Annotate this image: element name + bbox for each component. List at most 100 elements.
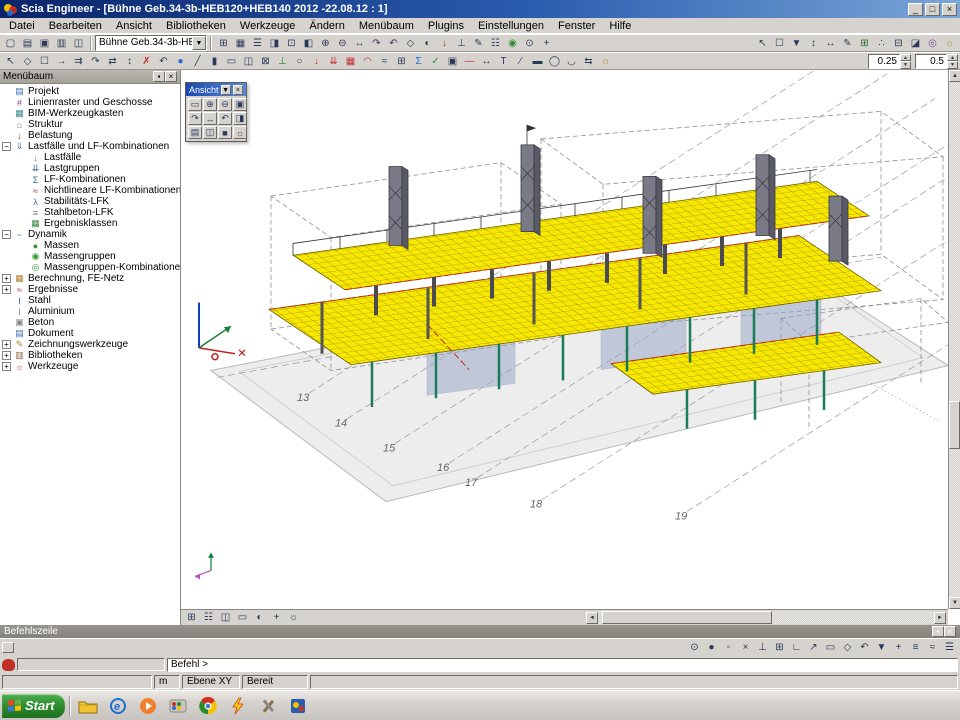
calculate-icon[interactable]: Σ [410,54,427,69]
chevron-down-icon[interactable]: ▼ [221,85,231,95]
tree-expander-icon[interactable]: + [2,274,11,283]
select-poly-icon[interactable]: ◇ [839,640,856,655]
tree-expander-icon[interactable]: + [2,340,11,349]
select-rect-icon[interactable]: ▭ [822,640,839,655]
tree-item[interactable]: − ⇓ Lastfälle und LF-Kombinationen [2,141,180,152]
wall-icon[interactable]: ◫ [240,54,257,69]
menu-item[interactable]: Plugins [421,19,471,33]
vertical-scroll-thumb[interactable] [949,401,960,449]
previous-view-icon[interactable]: ↶ [385,36,402,51]
print-view-icon[interactable]: ▤ [188,126,202,139]
tree-item[interactable]: I Stahl [2,295,180,306]
tree-expander-icon[interactable]: − [2,230,11,239]
tree-item[interactable]: ◉ Massengruppen [18,251,180,262]
snap-intersection-icon[interactable]: × [737,640,754,655]
arc-icon[interactable]: ◡ [563,54,580,69]
command-history-icon[interactable]: ☰ [941,640,958,655]
select-poly-icon[interactable]: ◇ [19,54,36,69]
spin-field-value[interactable]: 0.25 [868,54,900,69]
zoom-out-icon[interactable]: ⊖ [334,36,351,51]
moment-load-icon[interactable]: ◠ [359,54,376,69]
concrete-check-icon[interactable]: ▣ [444,54,461,69]
results-table-icon[interactable]: ▦ [232,36,249,51]
folder-icon[interactable] [75,694,101,718]
menu-item[interactable]: Menübaum [352,19,421,33]
opening-icon[interactable]: ⊠ [257,54,274,69]
grid-icon[interactable]: ⊞ [856,36,873,51]
tree-item[interactable]: ≡ Stahlbeton-LFK [18,207,180,218]
node-icon[interactable]: ● [172,54,189,69]
layers-icon[interactable]: ☷ [487,36,504,51]
tree-item[interactable]: ▦ BIM-Werkzeugkasten [2,108,180,119]
chrome-icon[interactable] [195,694,221,718]
zoom-out-icon[interactable]: ⊖ [218,98,232,111]
media-player-icon[interactable] [135,694,161,718]
close-icon[interactable]: × [944,626,956,637]
temperature-load-icon[interactable]: ≈ [376,54,393,69]
tree-item[interactable]: ▣ Beton [2,317,180,328]
pin-icon[interactable]: ▪ [932,626,944,637]
zoom-selection-icon[interactable]: ◨ [233,112,247,125]
close-icon[interactable]: × [233,85,243,95]
line-icon[interactable]: ∕ [512,54,529,69]
dimension-icon[interactable]: ↔ [822,36,839,51]
rotate-icon[interactable]: ↷ [87,54,104,69]
print-preview-icon[interactable]: ◫ [70,36,87,51]
tree-item[interactable]: − ~ Dynamik [2,229,180,240]
layers-toggle-icon[interactable]: ☷ [200,610,217,625]
cursor-coords-icon[interactable]: + [890,640,907,655]
zoom-window-icon[interactable]: ◧ [300,36,317,51]
text-icon[interactable]: T [495,54,512,69]
copy-icon[interactable]: ⇉ [70,54,87,69]
tree-item[interactable]: + ▦ Berechnung, FE-Netz [2,273,180,284]
command-options-button[interactable] [2,642,14,653]
zoom-all-icon[interactable]: ⊡ [283,36,300,51]
surface-load-icon[interactable]: ▦ [342,54,359,69]
snap-endpoint-icon[interactable]: ● [703,640,720,655]
tree-expander-icon[interactable]: − [2,142,11,151]
tree-expander-icon[interactable]: + [2,362,11,371]
spin-down-icon[interactable]: ▼ [900,61,911,69]
scroll-up-icon[interactable]: ▲ [949,70,960,82]
tree-item[interactable]: + ☼ Werkzeuge [2,361,180,372]
connect-icon[interactable]: ⇆ [580,54,597,69]
show-labels-icon[interactable]: ✎ [470,36,487,51]
maximize-button[interactable]: □ [925,3,940,16]
spin-up-icon[interactable]: ▲ [900,54,911,62]
view-settings-icon[interactable]: ☼ [233,126,247,139]
menu-item[interactable]: Bibliotheken [159,19,233,33]
snap-perpendicular-icon[interactable]: ⊥ [754,640,771,655]
menu-item[interactable]: Ändern [302,19,351,33]
scale-icon[interactable]: ↕ [121,54,138,69]
pan-view-icon[interactable]: ↔ [203,112,217,125]
snap-grid-icon[interactable]: ⊞ [771,640,788,655]
spin-down-icon[interactable]: ▼ [947,61,958,69]
horizontal-scrollbar[interactable]: ◄ ► [586,611,946,624]
pan-icon[interactable]: ↔ [351,36,368,51]
scroll-down-icon[interactable]: ▼ [949,597,960,609]
tree-item[interactable]: ⇊ Lastgruppen [18,163,180,174]
menu-item[interactable]: Werkzeuge [233,19,302,33]
column-icon[interactable]: ▮ [206,54,223,69]
previous-view-icon[interactable]: ↶ [218,112,232,125]
tree-item[interactable]: I Aluminium [2,306,180,317]
deselect-icon[interactable]: ☐ [36,54,53,69]
open-project-icon[interactable]: ▤ [19,36,36,51]
zoom-window-icon[interactable]: ▭ [188,98,202,111]
snap-midpoint-icon[interactable]: ◦ [720,640,737,655]
settings-icon[interactable]: ☼ [597,54,614,69]
wireframe-icon[interactable]: ◇ [402,36,419,51]
vertical-scrollbar[interactable]: ▲ ▼ [948,70,960,609]
snap-node-icon[interactable]: ⊙ [686,640,703,655]
scia-flash-icon[interactable] [225,694,251,718]
show-loads-icon[interactable]: ↓ [436,36,453,51]
tree-item[interactable]: + ≈ Ergebnisse [2,284,180,295]
activity-icon[interactable]: ◉ [504,36,521,51]
tree-item[interactable]: ● Massen [18,240,180,251]
tree-item[interactable]: ⌂ Struktur [2,119,180,130]
plate-icon[interactable]: ▭ [223,54,240,69]
tree-expander-icon[interactable]: + [2,351,11,360]
menu-item[interactable]: Einstellungen [471,19,551,33]
support-icon[interactable]: ⊥ [274,54,291,69]
vertical-scroll-track[interactable] [949,82,960,597]
